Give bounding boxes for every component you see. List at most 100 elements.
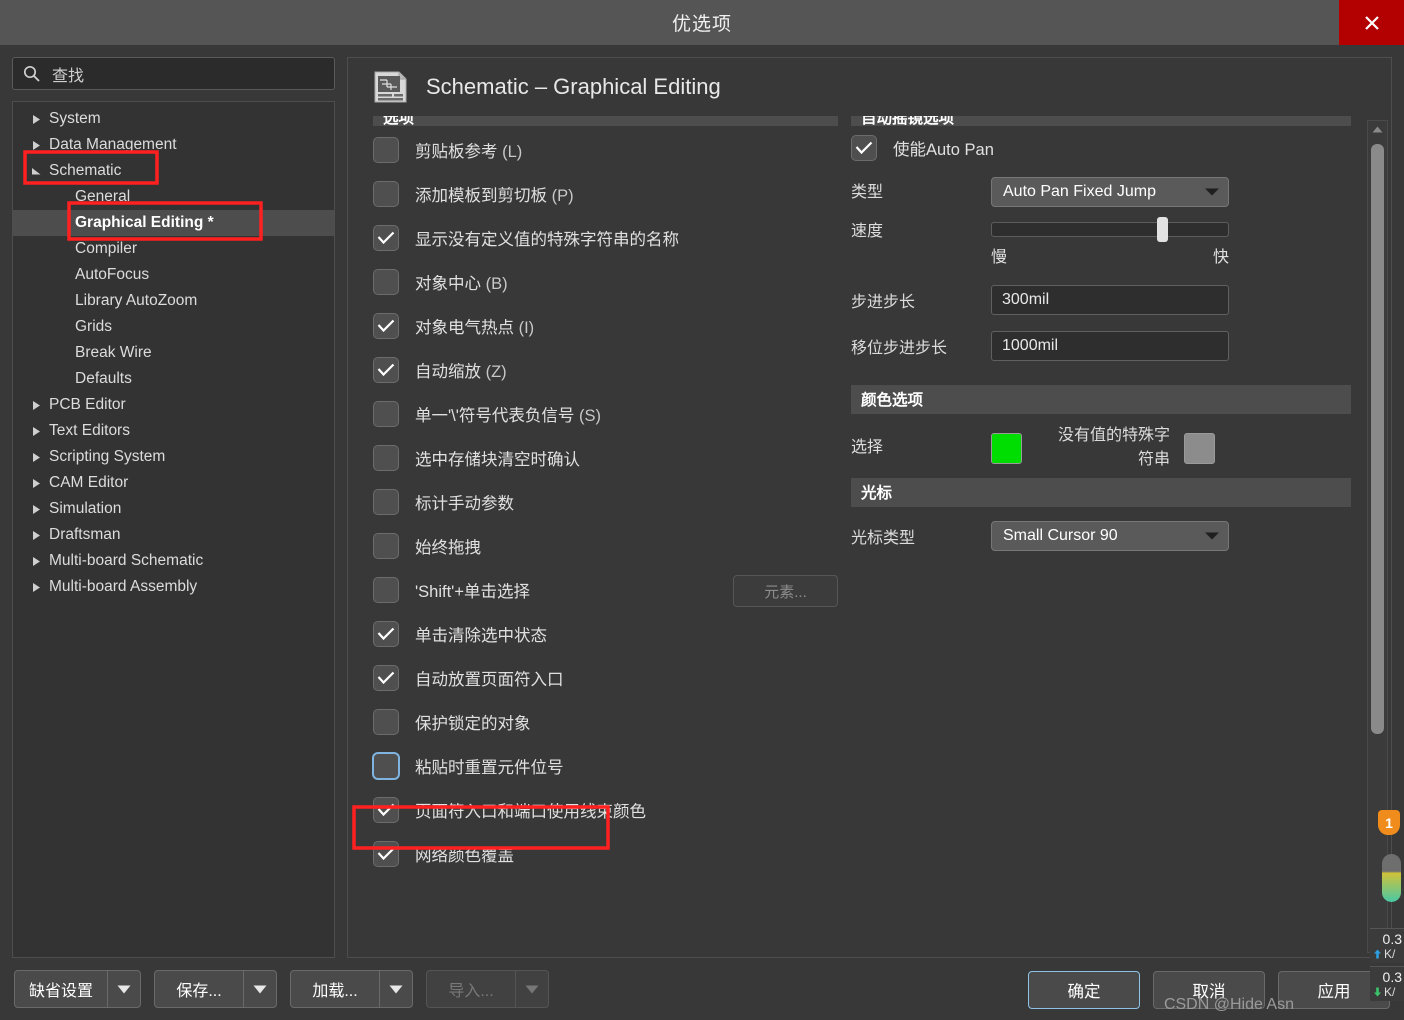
sidebar-item-system[interactable]: System bbox=[13, 106, 334, 132]
option-checkbox[interactable] bbox=[373, 577, 399, 603]
sidebar-item-scripting-system[interactable]: Scripting System bbox=[13, 444, 334, 470]
sidebar-item-multi-board-assembly[interactable]: Multi-board Assembly bbox=[13, 574, 334, 600]
sidebar-item-general[interactable]: General bbox=[13, 184, 334, 210]
sidebar-item-draftsman[interactable]: Draftsman bbox=[13, 522, 334, 548]
sidebar-item-library-autozoom[interactable]: Library AutoZoom bbox=[13, 288, 334, 314]
footer-split-button-label[interactable]: 缺省设置 bbox=[15, 971, 107, 1007]
sidebar-item-compiler[interactable]: Compiler bbox=[13, 236, 334, 262]
options-column: 选项 剪贴板参考 (L) 添加模板到剪切板 (P) 显示没有定义值的特殊字符串的名称… bbox=[348, 116, 838, 957]
option-checkbox[interactable] bbox=[373, 357, 399, 383]
option-label: 粘贴时重置元件位号 bbox=[415, 754, 564, 778]
option-row: 对象电气热点 (I) bbox=[373, 304, 838, 348]
sidebar-item-grids[interactable]: Grids bbox=[13, 314, 334, 340]
footer-split-button-label[interactable]: 保存... bbox=[155, 971, 243, 1007]
sidebar-item-cam-editor[interactable]: CAM Editor bbox=[13, 470, 334, 496]
cursor-type-dropdown[interactable]: Small Cursor 90 bbox=[991, 521, 1229, 551]
option-checkbox[interactable] bbox=[373, 665, 399, 691]
option-checkbox[interactable] bbox=[373, 401, 399, 427]
twisty-collapsed-icon[interactable] bbox=[23, 504, 49, 515]
option-checkbox[interactable] bbox=[373, 709, 399, 735]
preferences-tree[interactable]: System Data Management Schematic General Gra… bbox=[12, 101, 335, 958]
option-checkbox[interactable] bbox=[373, 313, 399, 339]
footer-split-button-arrow[interactable] bbox=[379, 971, 412, 1007]
option-checkbox[interactable] bbox=[373, 621, 399, 647]
sidebar-item-break-wire[interactable]: Break Wire bbox=[13, 340, 334, 366]
option-label-text: 添加模板到剪切板 bbox=[415, 187, 547, 205]
sidebar-item-label: Scripting System bbox=[49, 448, 166, 465]
option-label: 显示没有定义值的特殊字符串的名称 bbox=[415, 226, 679, 250]
scroll-down-button[interactable] bbox=[1368, 935, 1387, 952]
footer-button-apply[interactable]: 应用 bbox=[1278, 971, 1390, 1009]
option-label-text: 网络颜色覆盖 bbox=[415, 847, 514, 865]
selection-color-swatch[interactable] bbox=[991, 432, 1022, 464]
scrollbar-thumb[interactable] bbox=[1371, 144, 1384, 734]
shift-step-size-input[interactable]: 1000mil bbox=[991, 331, 1229, 361]
autopan-speed-slider[interactable] bbox=[991, 216, 1229, 242]
footer-split-button-arrow bbox=[515, 971, 548, 1007]
sidebar-item-multi-board-schematic[interactable]: Multi-board Schematic bbox=[13, 548, 334, 574]
step-size-input[interactable]: 300mil bbox=[991, 285, 1229, 315]
option-checkbox[interactable] bbox=[373, 445, 399, 471]
footer-split-button-arrow[interactable] bbox=[107, 971, 140, 1007]
option-accelerator: (B) bbox=[485, 275, 508, 293]
twisty-expanded-icon[interactable] bbox=[23, 166, 49, 177]
check-icon bbox=[377, 847, 395, 861]
option-checkbox[interactable] bbox=[373, 137, 399, 163]
sidebar-item-label: Graphical Editing * bbox=[75, 214, 220, 232]
twisty-collapsed-icon[interactable] bbox=[23, 400, 49, 411]
content-vertical-scrollbar[interactable] bbox=[1367, 120, 1388, 953]
option-checkbox[interactable] bbox=[373, 841, 399, 867]
twisty-collapsed-icon[interactable] bbox=[23, 582, 49, 593]
option-checkbox[interactable] bbox=[373, 225, 399, 251]
option-checkbox[interactable] bbox=[373, 269, 399, 295]
chevron-down-icon bbox=[389, 985, 403, 993]
sidebar-item-label: System bbox=[49, 110, 101, 127]
autopan-type-dropdown[interactable]: Auto Pan Fixed Jump bbox=[991, 177, 1229, 207]
option-checkbox[interactable] bbox=[373, 489, 399, 515]
footer-split-button[interactable]: 缺省设置 bbox=[14, 970, 142, 1008]
footer-split-button[interactable]: 保存... bbox=[154, 970, 278, 1008]
sidebar-item-data-management[interactable]: Data Management bbox=[13, 132, 334, 158]
search-input[interactable]: 查找 bbox=[12, 57, 335, 90]
twisty-collapsed-icon[interactable] bbox=[23, 530, 49, 541]
sidebar-item-graphical-editing[interactable]: Graphical Editing * bbox=[13, 210, 334, 236]
twisty-collapsed-icon[interactable] bbox=[23, 478, 49, 489]
footer-split-button-label[interactable]: 加载... bbox=[291, 971, 379, 1007]
chevron-down-icon bbox=[525, 985, 539, 993]
footer-split-button[interactable]: 加载... bbox=[290, 970, 414, 1008]
sidebar-item-simulation[interactable]: Simulation bbox=[13, 496, 334, 522]
sidebar-item-autofocus[interactable]: AutoFocus bbox=[13, 262, 334, 288]
sidebar-item-schematic[interactable]: Schematic bbox=[13, 158, 334, 184]
slider-thumb[interactable] bbox=[1157, 217, 1169, 242]
option-label-text: 自动缩放 bbox=[415, 363, 481, 381]
option-label-text: 选中存储块清空时确认 bbox=[415, 451, 580, 469]
sidebar-item-pcb-editor[interactable]: PCB Editor bbox=[13, 392, 334, 418]
footer-button-cancel[interactable]: 取消 bbox=[1153, 971, 1265, 1009]
slider-track[interactable] bbox=[991, 222, 1229, 237]
elements-button[interactable]: 元素... bbox=[733, 575, 838, 607]
enable-autopan-label: 使能Auto Pan bbox=[893, 141, 994, 159]
option-checkbox[interactable] bbox=[373, 181, 399, 207]
twisty-collapsed-icon[interactable] bbox=[23, 140, 49, 151]
sidebar-item-text-editors[interactable]: Text Editors bbox=[13, 418, 334, 444]
sidebar-item-label: Multi-board Assembly bbox=[49, 578, 198, 595]
twisty-collapsed-icon[interactable] bbox=[23, 452, 49, 463]
close-button[interactable] bbox=[1339, 0, 1404, 45]
footer-button-ok[interactable]: 确定 bbox=[1028, 971, 1140, 1009]
search-icon bbox=[23, 65, 40, 82]
option-checkbox[interactable] bbox=[373, 753, 399, 779]
footer-split-button-arrow[interactable] bbox=[243, 971, 276, 1007]
slider-min-label: 慢 bbox=[991, 249, 1008, 266]
option-row: 选中存储块清空时确认 bbox=[373, 436, 838, 480]
sidebar: 查找 System Data Management Schematic General… bbox=[12, 57, 335, 958]
twisty-collapsed-icon[interactable] bbox=[23, 556, 49, 567]
option-checkbox[interactable] bbox=[373, 797, 399, 823]
scroll-up-button[interactable] bbox=[1368, 121, 1387, 138]
twisty-collapsed-icon[interactable] bbox=[23, 426, 49, 437]
autopan-type-label: 类型 bbox=[851, 183, 884, 201]
no-value-string-color-swatch[interactable] bbox=[1184, 432, 1215, 464]
enable-autopan-checkbox[interactable] bbox=[851, 135, 877, 161]
sidebar-item-defaults[interactable]: Defaults bbox=[13, 366, 334, 392]
option-checkbox[interactable] bbox=[373, 533, 399, 559]
twisty-collapsed-icon[interactable] bbox=[23, 114, 49, 125]
